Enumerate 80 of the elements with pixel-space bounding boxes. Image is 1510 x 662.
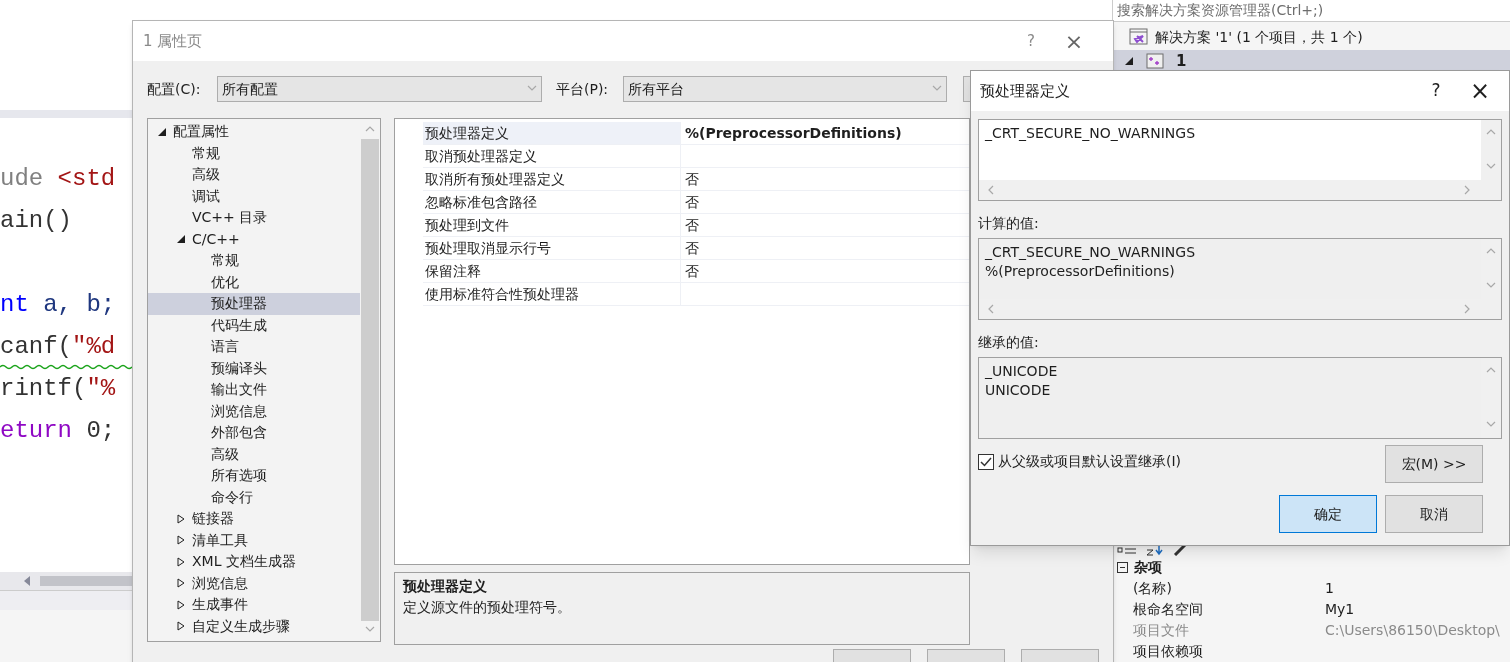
tree-item[interactable]: 自定义生成步骤 <box>148 615 360 637</box>
field-label: 计算的值: <box>978 214 1039 233</box>
property-value[interactable]: 否 <box>680 237 969 259</box>
close-button[interactable]: × <box>1451 73 1509 109</box>
tree-item[interactable]: 生成事件 <box>148 594 360 616</box>
code-line: canf("%d <box>0 332 116 362</box>
property-name[interactable]: 预处理取消显示行号 <box>423 237 680 259</box>
property-name[interactable]: 取消预处理器定义 <box>423 145 680 167</box>
property-name[interactable]: 预处理器定义 <box>423 122 680 144</box>
tree-item[interactable]: 链接器 <box>148 508 360 530</box>
window-title: 预处理器定义 <box>980 80 1071 102</box>
property-name[interactable]: 忽略标准包含路径 <box>423 191 680 213</box>
property-value[interactable]: 1 <box>1319 578 1334 599</box>
property-name: (名称) <box>1132 579 1173 598</box>
field-label: 配置(C): <box>147 79 202 99</box>
dialog-button[interactable]: 取消 <box>1385 495 1483 533</box>
property-name[interactable]: 保留注释 <box>423 260 680 282</box>
property-name: 项目文件 <box>1132 621 1190 640</box>
property-name[interactable]: 使用标准符合性预处理器 <box>423 283 680 305</box>
description-title: 预处理器定义 <box>403 577 487 596</box>
help-button[interactable]: ? <box>1011 29 1051 53</box>
tree-item[interactable]: 预处理器 <box>148 293 360 315</box>
property-value[interactable]: 否 <box>680 260 969 282</box>
tree-item[interactable]: 命令行 <box>148 486 360 508</box>
property-value[interactable]: 否 <box>680 168 969 190</box>
text-area[interactable]: _CRT_SECURE_NO_WARNINGS <box>978 119 1502 201</box>
field-label: 平台(P): <box>556 79 610 99</box>
macros-button[interactable]: 宏(M) >> <box>1385 445 1483 483</box>
tree-item[interactable]: VC++ 目录 <box>148 207 360 229</box>
tree-item[interactable]: 所有选项 <box>148 465 360 487</box>
tree-item[interactable]: 优化 <box>148 271 360 293</box>
text-line: UNICODE <box>985 381 1051 400</box>
tree-item[interactable]: 高级 <box>148 164 360 186</box>
property-value[interactable]: %(PreprocessorDefinitions) <box>680 122 969 144</box>
field-label: 继承的值: <box>978 333 1039 352</box>
help-button[interactable]: ? <box>1421 78 1451 104</box>
code-line: ude <std <box>0 164 116 194</box>
tree-item[interactable]: 高级 <box>148 443 360 465</box>
close-button[interactable]: × <box>1051 24 1097 58</box>
property-value[interactable]: My1 <box>1319 599 1355 620</box>
text-line: _UNICODE <box>985 362 1058 381</box>
code-line: nt a, b; <box>0 290 116 320</box>
text-area[interactable]: _UNICODE UNICODE <box>978 357 1502 439</box>
window-title: 1 属性页 <box>143 30 204 52</box>
dialog-button[interactable]: 确定 <box>1279 495 1377 533</box>
code-line: ain() <box>0 206 72 236</box>
tree-item[interactable]: 外部包含 <box>148 422 360 444</box>
category-label: 杂项 <box>1134 557 1162 577</box>
tree-item[interactable]: 调试 <box>148 185 360 207</box>
property-value[interactable]: 否 <box>680 191 969 213</box>
text-line: %(PreprocessorDefinitions) <box>985 262 1175 281</box>
code-line: eturn 0; <box>0 416 116 446</box>
tree-item[interactable]: 代码生成 <box>148 314 360 336</box>
tree-item[interactable]: C/C++ <box>148 228 360 250</box>
inherit-checkbox[interactable]: 从父级或项目默认设置继承(I) <box>978 451 1385 472</box>
tree-item[interactable]: 1 <box>1113 50 1510 72</box>
property-name: 根命名空间 <box>1132 600 1204 619</box>
tree-item[interactable]: 预编译头 <box>148 357 360 379</box>
tree-item[interactable]: 常规 <box>148 142 360 164</box>
property-value[interactable]: 否 <box>680 214 969 236</box>
dropdown[interactable]: 所有平台 <box>623 76 947 102</box>
property-name: 项目依赖项 <box>1132 642 1204 661</box>
tree-item[interactable]: 解决方案 '1' (1 个项目，共 1 个) <box>1113 24 1363 50</box>
tree-item[interactable]: 浏览信息 <box>148 400 360 422</box>
property-name[interactable]: 取消所有预处理器定义 <box>423 168 680 190</box>
tree-item[interactable]: XML 文档生成器 <box>148 551 360 573</box>
tree-item[interactable]: 配置属性 <box>148 121 360 143</box>
dropdown[interactable]: 所有配置 <box>217 76 542 102</box>
text-line: _CRT_SECURE_NO_WARNINGS <box>985 124 1196 143</box>
code-line: rintf("% <box>0 374 116 404</box>
tree-item[interactable]: 输出文件 <box>148 379 360 401</box>
search-field[interactable]: 搜索解决方案资源管理器(Ctrl+;) <box>1113 0 1510 22</box>
description-text: 定义源文件的预处理符号。 <box>403 598 571 617</box>
property-name[interactable]: 预处理到文件 <box>423 214 680 236</box>
tree-item[interactable]: 语言 <box>148 336 360 358</box>
text-line: _CRT_SECURE_NO_WARNINGS <box>985 243 1196 262</box>
tree-item[interactable]: 浏览信息 <box>148 572 360 594</box>
tree-item[interactable]: 清单工具 <box>148 529 360 551</box>
text-area[interactable]: _CRT_SECURE_NO_WARNINGS %(PreprocessorDefinitions) <box>978 238 1502 320</box>
tree-item[interactable]: 常规 <box>148 250 360 272</box>
